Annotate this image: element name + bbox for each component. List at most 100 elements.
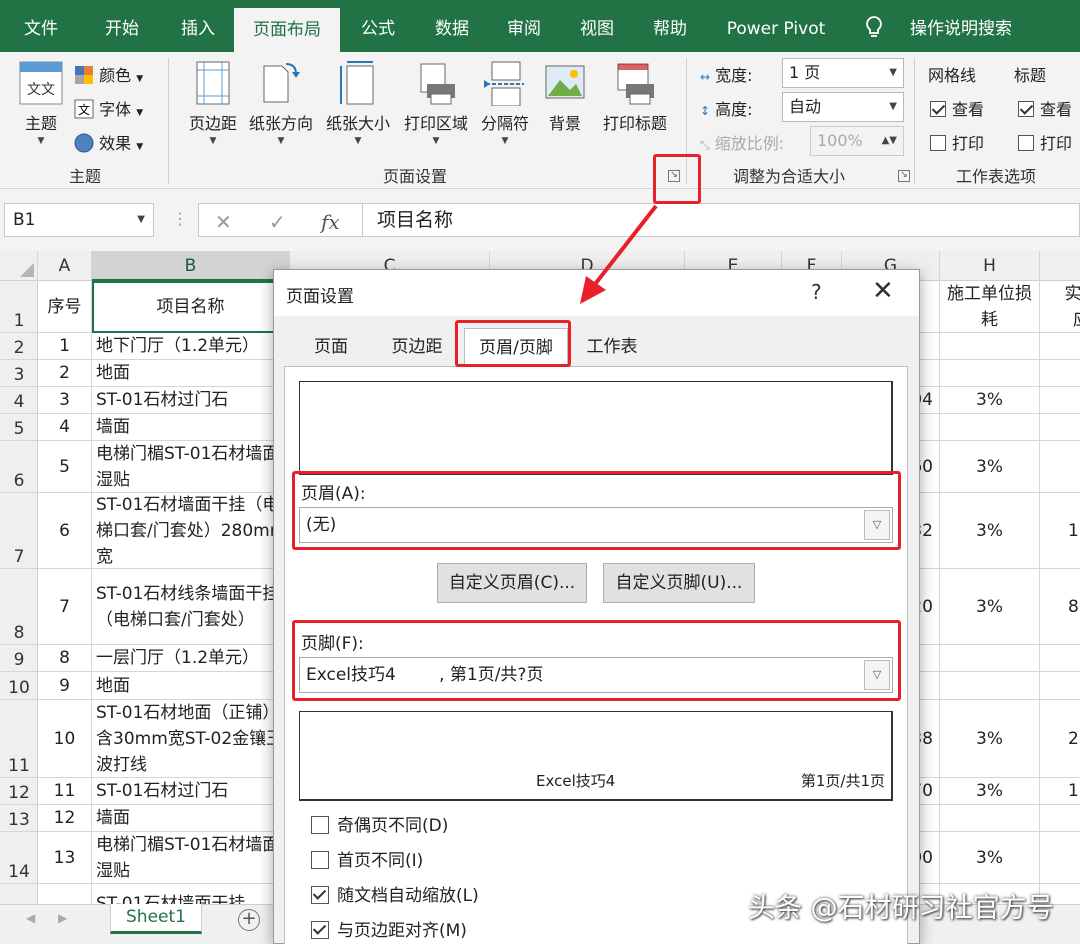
cell-seq[interactable]: 序号 [38,281,92,333]
different-first-page-checkbox[interactable]: 首页不同(I) [311,846,423,871]
cell-item-name[interactable]: ST-01石材墙面干挂 [92,884,290,904]
cell-seq[interactable]: 12 [38,805,92,832]
cell-item-name[interactable]: 项目名称 [92,281,290,333]
width-select[interactable]: 1 页 ▼ [782,58,904,88]
row-header[interactable]: 6 [0,441,38,493]
cell-seq[interactable]: 11 [38,778,92,805]
cell-seq[interactable]: 5 [38,441,92,493]
ribbon-tab-2[interactable]: 插入 [162,0,234,52]
cell-supply[interactable] [1040,672,1080,700]
row-header[interactable]: 14 [0,832,38,884]
ribbon-tab-5[interactable]: 数据 [416,0,488,52]
cell-item-name[interactable]: 墙面 [92,805,290,832]
ribbon-tab-9[interactable]: Power Pivot [706,0,846,52]
cell-loss-rate[interactable]: 3% [940,569,1040,645]
gridlines-view-checkbox[interactable]: 查看 [930,96,984,120]
ribbon-tab-7[interactable]: 视图 [560,0,634,52]
tab-page[interactable]: 页面 [294,328,368,366]
cell-seq[interactable]: 6 [38,493,92,569]
cell-loss-rate[interactable]: 3% [940,493,1040,569]
prev-sheet-icon[interactable]: ◀ [26,911,35,925]
column-header[interactable]: A [38,251,92,281]
print-area-button[interactable]: 打印区域 ▼ [398,60,474,146]
custom-footer-button[interactable]: 自定义页脚(U)... [603,563,755,603]
enter-icon[interactable]: ✓ [269,210,286,234]
cell-seq[interactable]: 1 [38,333,92,360]
fonts-button[interactable]: 文 字体 ▼ [74,96,143,120]
cell-loss-rate[interactable]: 3% [940,832,1040,884]
row-header[interactable]: 1 [0,281,38,333]
cell-loss-rate[interactable]: 3% [940,387,1040,414]
breaks-button[interactable]: 分隔符 ▼ [474,60,536,146]
colors-button[interactable]: 颜色 ▼ [74,62,143,86]
cell-loss-rate[interactable] [940,360,1040,387]
row-header[interactable]: 7 [0,493,38,569]
custom-header-button[interactable]: 自定义页眉(C)... [437,563,587,603]
row-header[interactable]: 12 [0,778,38,805]
tab-margins[interactable]: 页边距 [374,328,460,366]
cell-item-name[interactable]: ST-01石材地面（正铺）含30mm宽ST-02金镶玉波打线 [92,700,290,778]
ribbon-tab-8[interactable]: 帮助 [634,0,706,52]
cell-supply[interactable] [1040,333,1080,360]
insert-function-icon[interactable]: fx [321,210,340,234]
ribbon-tab-6[interactable]: 审阅 [488,0,560,52]
different-odd-even-checkbox[interactable]: 奇偶页不同(D) [311,811,448,836]
effects-button[interactable]: 效果 ▼ [74,130,143,154]
align-with-margins-checkbox[interactable]: 与页边距对齐(M) [311,916,467,941]
column-header[interactable]: B [92,251,290,281]
cell-item-name[interactable]: 电梯门楣ST-01石材墙面湿贴 [92,441,290,493]
cell-item-name[interactable]: ST-01石材过门石 [92,778,290,805]
cell-supply[interactable] [1040,360,1080,387]
cell-supply[interactable] [1040,441,1080,493]
column-header[interactable]: H [940,251,1040,281]
column-header[interactable] [1040,251,1080,281]
cell-loss-rate[interactable] [940,672,1040,700]
ribbon-tab-3[interactable]: 页面布局 [234,8,340,52]
size-button[interactable]: 纸张大小 ▼ [318,60,398,146]
cell-loss-rate[interactable]: 施工单位损耗 [940,281,1040,333]
row-header[interactable]: 2 [0,333,38,360]
cell-supply[interactable] [1040,414,1080,441]
name-box[interactable]: B1 ▼ [4,203,154,237]
row-header[interactable]: 4 [0,387,38,414]
add-sheet-icon[interactable]: + [238,909,260,931]
cell-supply[interactable]: 28 [1040,700,1080,778]
scale-with-document-checkbox[interactable]: 随文档自动缩放(L) [311,881,479,906]
row-header[interactable]: 13 [0,805,38,832]
cell-loss-rate[interactable] [940,805,1040,832]
cell-supply[interactable]: 1 [1040,778,1080,805]
orientation-button[interactable]: 纸张方向 ▼ [244,60,318,146]
cell-loss-rate[interactable]: 3% [940,778,1040,805]
cell-supply[interactable] [1040,645,1080,672]
ribbon-tab-0[interactable]: 文件 [0,0,82,52]
row-header[interactable]: 10 [0,672,38,700]
scale-spinner[interactable]: 100% ▲▼ [810,126,904,156]
cell-seq[interactable]: 9 [38,672,92,700]
headings-view-checkbox[interactable]: 查看 [1018,96,1072,120]
height-select[interactable]: 自动 ▼ [782,92,904,122]
cell-item-name[interactable]: ST-01石材过门石 [92,387,290,414]
cell-supply[interactable] [1040,832,1080,884]
cell-loss-rate[interactable]: 3% [940,441,1040,493]
row-header[interactable]: 11 [0,700,38,778]
scale-dialog-launcher[interactable]: ↘ [898,170,910,182]
row-header[interactable]: 5 [0,414,38,441]
cell-loss-rate[interactable]: 3% [940,700,1040,778]
row-header[interactable]: 3 [0,360,38,387]
print-titles-button[interactable]: 打印标题 [594,60,676,134]
themes-button[interactable]: 文文 主题 ▼ [12,60,70,146]
cell-item-name[interactable]: ST-01石材线条墙面干挂（电梯口套/门套处） [92,569,290,645]
background-button[interactable]: 背景 [536,60,594,134]
cell-item-name[interactable]: 一层门厅（1.2单元） [92,645,290,672]
help-icon[interactable]: ? [811,280,822,304]
cell-item-name[interactable]: 地面 [92,360,290,387]
close-icon[interactable]: ✕ [872,276,894,306]
ribbon-tab-1[interactable]: 开始 [82,0,162,52]
cell-loss-rate[interactable] [940,414,1040,441]
margins-button[interactable]: 页边距 ▼ [182,60,244,146]
cell-item-name[interactable]: 地面 [92,672,290,700]
sheet-tab-sheet1[interactable]: Sheet1 [110,904,202,934]
cell-loss-rate[interactable] [940,333,1040,360]
cell-item-name[interactable]: ST-01石材墙面干挂（电梯口套/门套处）280mm宽 [92,493,290,569]
cell-seq[interactable]: 2 [38,360,92,387]
